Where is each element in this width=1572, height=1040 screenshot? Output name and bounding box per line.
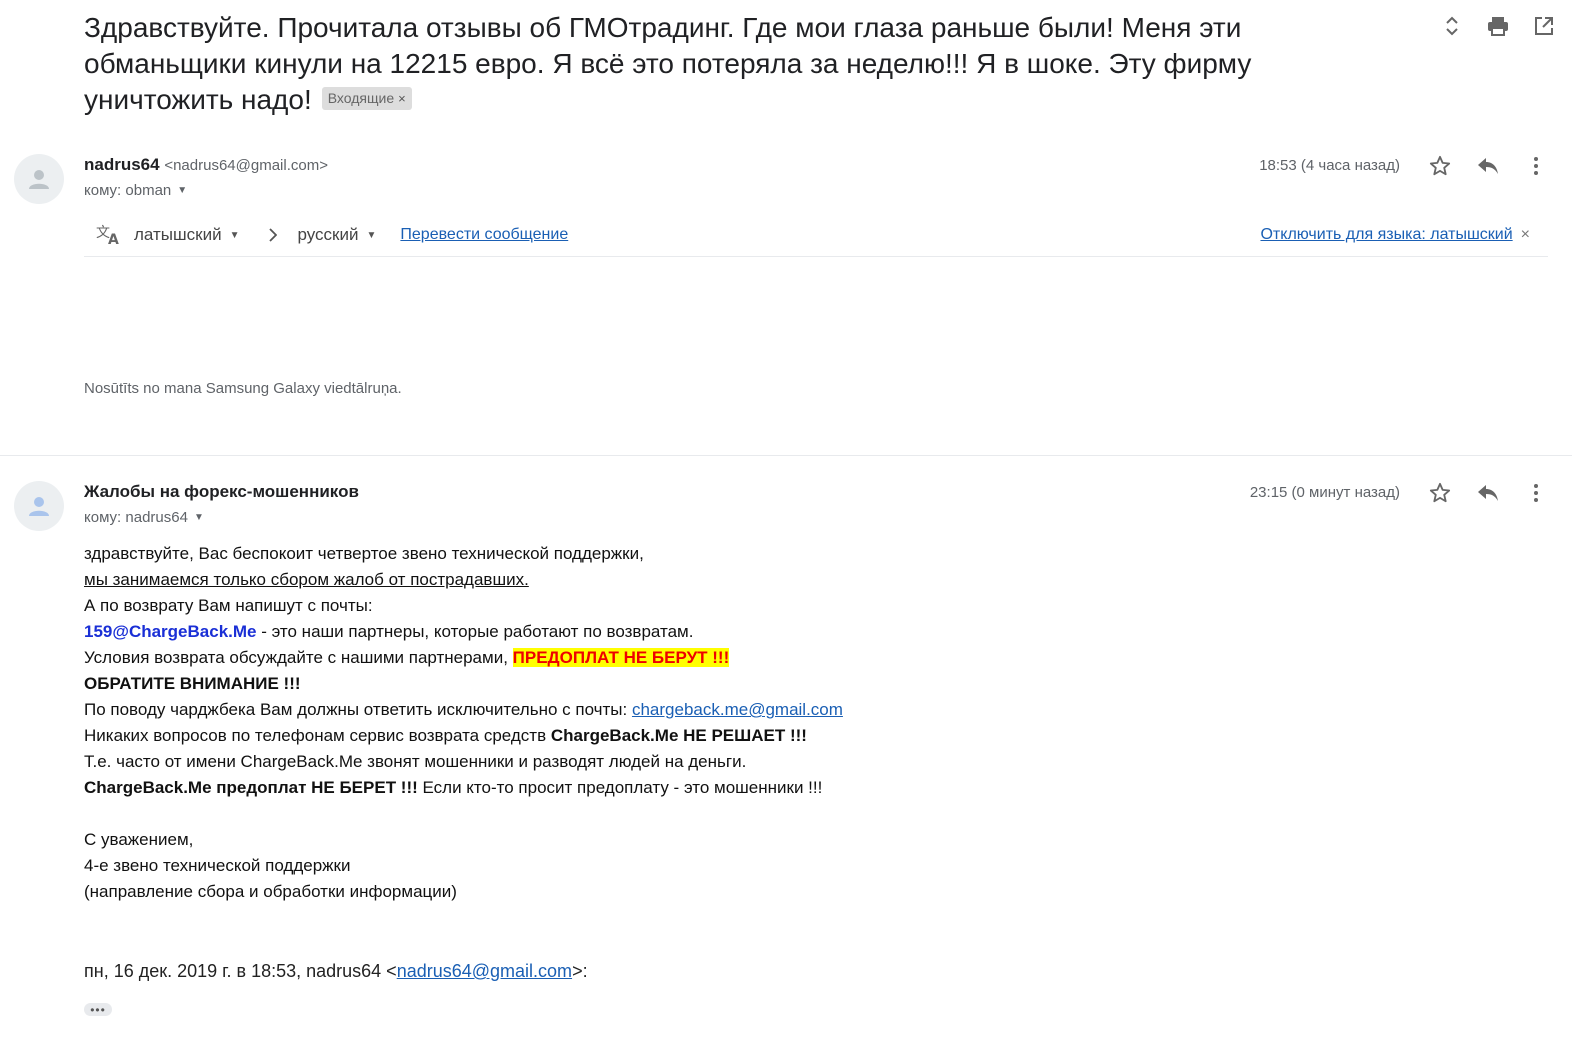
quote-email-link[interactable]: nadrus64@gmail.com [397, 961, 572, 981]
svg-text:A: A [108, 232, 119, 246]
person-icon [29, 497, 49, 516]
expand-all-icon[interactable] [1440, 14, 1464, 38]
avatar[interactable] [14, 481, 64, 531]
avatar[interactable] [14, 154, 64, 204]
show-trimmed-content-button[interactable]: ••• [84, 1003, 112, 1016]
recipient-text: кому: nadrus64 [84, 509, 188, 526]
message-divider [0, 455, 1572, 456]
body-line: 159@ChargeBack.Me - это наши партнеры, к… [84, 619, 1184, 645]
highlighted-warning: ПРЕДОПЛАТ НЕ БЕРУТ !!! [512, 648, 730, 667]
signature-line: (направление сбора и обработки информаци… [84, 882, 457, 901]
target-language-select[interactable]: русский ▼ [297, 225, 376, 245]
quote-prefix: пн, 16 дек. 2019 г. в 18:53, nadrus64 < [84, 961, 397, 981]
recipient-line[interactable]: кому: obman ▼ [84, 182, 187, 199]
translate-message-link[interactable]: Перевести сообщение [400, 226, 568, 244]
chevron-down-icon: ▼ [366, 229, 377, 241]
body-text: Если кто-то просит предоплату - это моше… [417, 778, 823, 797]
thread-subject: Здравствуйте. Прочитала отзывы об ГМОтра… [84, 10, 1334, 118]
body-line: мы занимаемся только сбором жалоб от пос… [84, 570, 529, 589]
attention-heading: ОБРАТИТЕ ВНИМАНИЕ !!! [84, 674, 301, 693]
target-language-label: русский [297, 225, 359, 244]
more-options-icon[interactable] [1524, 481, 1548, 505]
chevron-down-icon: ▼ [229, 229, 240, 241]
disable-translation: Отключить для языка: латышский × [1260, 226, 1548, 244]
body-line: Условия возврата обсуждайте с нашими пар… [84, 645, 1184, 671]
inbox-label-text: Входящие [327, 90, 395, 107]
reply-icon[interactable] [1476, 154, 1500, 178]
disable-language-link[interactable]: Отключить для языка: латышский [1260, 226, 1512, 244]
sender-name: nadrus64 [84, 155, 160, 174]
person-icon [29, 170, 49, 189]
thread-actions [1440, 14, 1556, 38]
body-text: Никаких вопросов по телефонам сервис воз… [84, 726, 551, 745]
source-language-label: латышский [134, 225, 222, 244]
chargeback-email-link[interactable]: chargeback.me@gmail.com [632, 700, 843, 719]
body-line: Т.е. часто от имени ChargeBack.Me звонят… [84, 752, 747, 771]
body-text: Условия возврата обсуждайте с нашими пар… [84, 648, 513, 667]
bold-text: ChargeBack.Me предоплат НЕ БЕРЕТ !!! [84, 778, 418, 797]
quote-header: пн, 16 дек. 2019 г. в 18:53, nadrus64 <n… [84, 961, 588, 982]
message-actions [1428, 481, 1548, 505]
message-actions [1428, 154, 1548, 178]
message-signature: Nosūtīts no mana Samsung Galaxy viedtālr… [84, 380, 402, 397]
translate-icon: 文A [96, 224, 122, 246]
chevron-down-icon[interactable]: ▼ [177, 185, 187, 196]
recipient-line[interactable]: кому: nadrus64 ▼ [84, 509, 204, 526]
sender[interactable]: Жалобы на форекс-мошенников [84, 482, 359, 502]
message-time: 23:15 (0 минут назад) [1249, 484, 1400, 501]
inbox-label[interactable]: Входящие × [321, 87, 412, 111]
reply-icon[interactable] [1476, 481, 1500, 505]
quote-suffix: >: [572, 961, 588, 981]
bold-text: ChargeBack.Me НЕ РЕШАЕТ !!! [550, 726, 807, 745]
message-body: здравствуйте, Вас беспокоит четвертое зв… [84, 541, 1184, 905]
sender-email: <nadrus64@gmail.com> [164, 157, 328, 174]
body-line: ChargeBack.Me предоплат НЕ БЕРЕТ !!! Есл… [84, 775, 1184, 801]
star-icon[interactable] [1428, 481, 1452, 505]
chevron-right-icon [269, 228, 278, 242]
subject-text: Здравствуйте. Прочитала отзывы об ГМОтра… [84, 12, 1252, 115]
remove-label-icon[interactable]: × [398, 91, 406, 106]
body-line: Никаких вопросов по телефонам сервис воз… [84, 723, 1184, 749]
body-line: А по возврату Вам напишут с почты: [84, 596, 373, 615]
body-line: здравствуйте, Вас беспокоит четвертое зв… [84, 544, 644, 563]
print-icon[interactable] [1486, 14, 1510, 38]
sender[interactable]: nadrus64 <nadrus64@gmail.com> [84, 155, 328, 175]
open-in-new-window-icon[interactable] [1532, 14, 1556, 38]
source-language-select[interactable]: латышский ▼ [134, 225, 239, 245]
body-line: По поводу чарджбека Вам должны ответить … [84, 697, 1184, 723]
message-time: 18:53 (4 часа назад) [1259, 157, 1400, 174]
body-text: - это наши партнеры, которые работают по… [256, 622, 694, 641]
more-options-icon[interactable] [1524, 154, 1548, 178]
translation-bar: 文A латышский ▼ русский ▼ Перевести сообщен… [84, 214, 1548, 257]
partner-email: 159@ChargeBack.Me [84, 622, 257, 641]
recipient-text: кому: obman [84, 182, 172, 199]
chevron-down-icon[interactable]: ▼ [194, 512, 204, 523]
signature-line: 4-е звено технической поддержки [84, 856, 351, 875]
close-icon[interactable]: × [1521, 226, 1530, 244]
star-icon[interactable] [1428, 154, 1452, 178]
signature-line: С уважением, [84, 830, 194, 849]
body-text: По поводу чарджбека Вам должны ответить … [84, 700, 632, 719]
sender-name: Жалобы на форекс-мошенников [84, 482, 359, 501]
